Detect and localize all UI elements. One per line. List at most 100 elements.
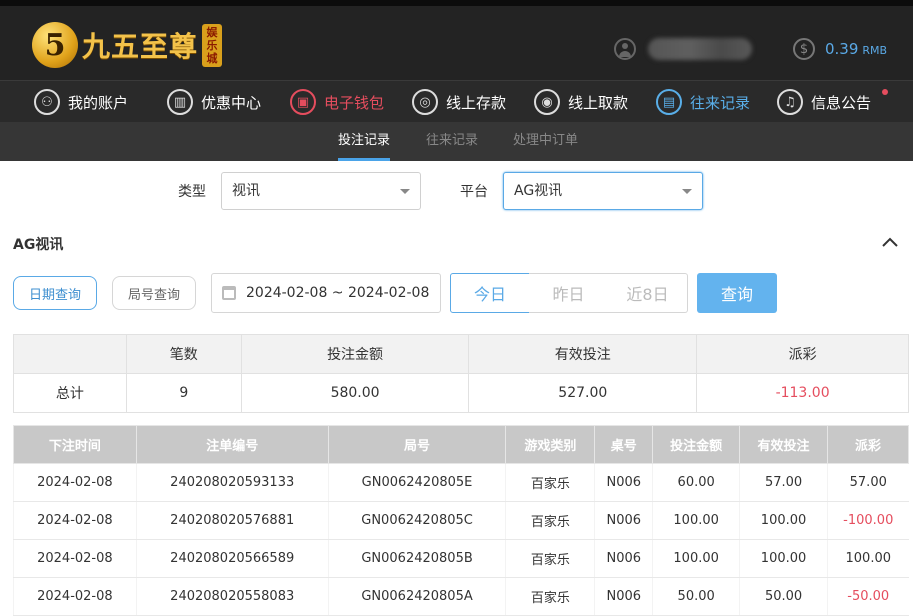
logo-emblem: 5 [32,22,78,68]
table-row[interactable]: 2024-02-08 240208020593133 GN0062420805E… [13,463,909,502]
column-header[interactable]: 派彩 [827,425,909,464]
bet-detail-table: 下注时间 注单编号 局号 游戏类别 桌号 投注金额 有效投注 派彩 2024-0… [13,425,909,616]
date-range-input[interactable]: 2024-02-08 ~ 2024-02-08 [211,273,441,313]
yesterday-button[interactable]: 昨日 [529,273,609,313]
column-header[interactable]: 注单编号 [135,425,329,464]
cell-bet-amount: 50.00 [652,577,740,616]
column-header[interactable]: 游戏类别 [505,425,596,464]
tab-transactions[interactable]: 往来记录 [426,122,478,161]
cell-time: 2024-02-08 [13,539,137,578]
nav-e-wallet[interactable]: ▣ 电子钱包 [290,81,384,123]
column-header[interactable]: 局号 [327,425,507,464]
balance-currency: RMB [862,43,888,57]
notification-dot [882,89,888,95]
cell-valid-bet: 57.00 [739,463,828,502]
nav-records[interactable]: ▤ 往来记录 [656,81,750,123]
tab-bet-records[interactable]: 投注记录 [338,122,391,161]
last-8-days-button[interactable]: 近8日 [608,273,688,313]
cell-table-no: N006 [594,463,653,502]
cell-bet-id: 240208020593133 [135,463,329,502]
gift-icon: ▥ [167,89,193,115]
date-range-value: 2024-02-08 ~ 2024-02-08 [246,285,430,301]
balance-amount: 0.39 [825,40,859,58]
cell-time: 2024-02-08 [13,463,137,502]
cell-bet-amount: 60.00 [652,463,740,502]
cell-time: 2024-02-08 [13,577,137,616]
nav-withdraw[interactable]: ◉ 线上取款 [534,81,628,123]
cell-valid-bet: 50.00 [739,577,828,616]
cell-valid-bet: 100.00 [739,501,828,540]
wallet-icon: ▣ [290,89,316,115]
table-row[interactable]: 2024-02-08 240208020566589 GN0062420805B… [13,539,909,578]
summary-cell: 580.00 [240,373,470,413]
summary-header-cell: 有效投注 [468,334,698,374]
cell-time: 2024-02-08 [13,501,137,540]
detail-header-row: 下注时间 注单编号 局号 游戏类别 桌号 投注金额 有效投注 派彩 [13,425,909,464]
column-header[interactable]: 桌号 [594,425,654,464]
nav-my-account[interactable]: ⚇ 我的账户 [34,81,128,123]
brand-tag: 娱乐城 [202,23,223,67]
brand-name: 九五至尊 [82,30,199,63]
nav-label: 电子钱包 [324,93,385,112]
type-select[interactable]: 视讯 [221,172,421,210]
record-icon: ▤ [656,89,682,115]
nav-deposit[interactable]: ◎ 线上存款 [412,81,506,123]
cell-round-id: GN0062420805B [327,539,506,578]
deposit-icon: ◎ [412,89,438,115]
column-header[interactable]: 有效投注 [739,425,828,464]
nav-label: 线上存款 [446,93,507,112]
summary-header-cell: 派彩 [696,334,909,374]
cell-bet-id: 240208020576881 [135,501,329,540]
date-query-button[interactable]: 日期查询 [13,276,97,310]
round-query-button[interactable]: 局号查询 [112,276,196,310]
table-row[interactable]: 2024-02-08 240208020558083 GN0062420805A… [13,577,909,616]
nav-label: 线上取款 [568,93,629,112]
cell-round-id: GN0062420805E [327,463,506,502]
cell-game-type: 百家乐 [505,539,595,578]
main-nav: ⚇ 我的账户 ▥ 优惠中心 ▣ 电子钱包 ◎ 线上存款 ◉ 线上取款 ▤ 往来记… [0,80,913,122]
cell-table-no: N006 [594,539,653,578]
summary-header-row: 笔数 投注金额 有效投注 派彩 [13,334,909,374]
cell-game-type: 百家乐 [505,463,595,502]
nav-label: 往来记录 [690,93,751,112]
cell-valid-bet: 100.00 [739,539,828,578]
sub-nav: 投注记录 往来记录 处理中订单 [0,122,913,161]
nav-promotions[interactable]: ▥ 优惠中心 [167,81,261,123]
chevron-up-icon[interactable] [882,236,898,248]
cell-table-no: N006 [594,501,653,540]
calendar-icon [222,286,236,300]
tab-pending-orders[interactable]: 处理中订单 [513,122,578,161]
chevron-down-icon [682,189,692,194]
section-title: AG视讯 [13,237,64,253]
platform-label: 平台 [460,184,488,200]
platform-select[interactable]: AG视讯 [503,172,703,210]
cell-round-id: GN0062420805A [327,577,506,616]
user-info[interactable] [614,38,752,60]
nav-announcements[interactable]: ♫ 信息公告 [777,81,871,123]
cell-game-type: 百家乐 [505,501,595,540]
brand-logo[interactable]: 5 九五至尊 娱乐城 [32,16,223,74]
cell-payout: 100.00 [827,539,909,578]
cell-bet-amount: 100.00 [652,539,740,578]
nav-label: 优惠中心 [201,93,262,112]
type-select-value: 视讯 [232,183,260,199]
column-header[interactable]: 投注金额 [652,425,741,464]
summary-cell: 总计 [13,373,127,413]
type-label: 类型 [178,184,206,200]
column-header[interactable]: 下注时间 [13,425,137,464]
username-redacted [648,38,752,60]
cell-payout: -50.00 [827,577,909,616]
search-button[interactable]: 查询 [697,273,777,313]
cell-game-type: 百家乐 [505,577,595,616]
summary-header-cell: 投注金额 [240,334,470,374]
cell-round-id: GN0062420805C [327,501,506,540]
cell-payout: -100.00 [827,501,909,540]
table-row[interactable]: 2024-02-08 240208020576881 GN0062420805C… [13,501,909,540]
cell-bet-amount: 100.00 [652,501,740,540]
summary-cell: -113.00 [696,373,909,413]
summary-header-cell [13,334,127,374]
chevron-down-icon [400,189,410,194]
today-button[interactable]: 今日 [450,273,530,313]
summary-cell: 9 [125,373,242,413]
cell-table-no: N006 [594,577,653,616]
